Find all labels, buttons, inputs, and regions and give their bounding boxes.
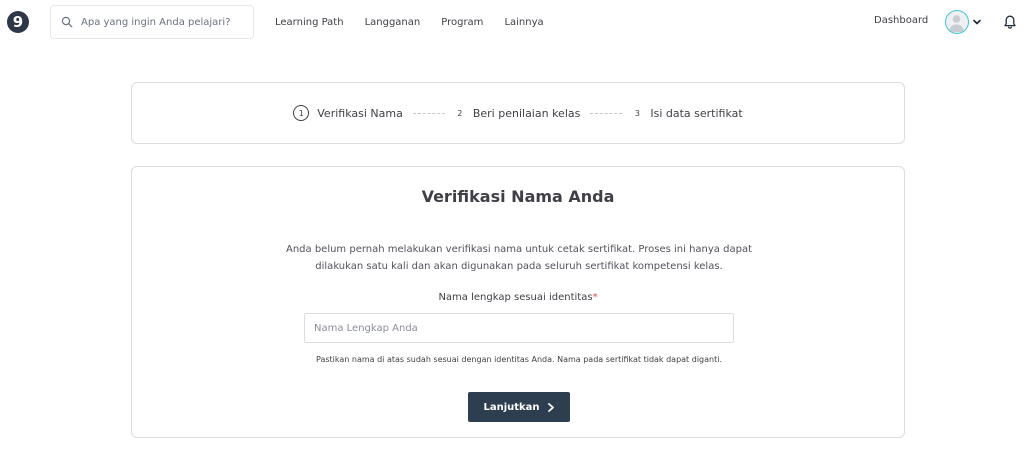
step-3-label: Isi data sertifikat [650,106,743,120]
page-title: Verifikasi Nama Anda [421,187,615,206]
step-3: 3 Isi data sertifikat [632,106,743,120]
continue-button[interactable]: Lanjutkan [468,392,570,422]
step-connector [412,112,445,114]
nav-learning-path[interactable]: Learning Path [275,17,344,28]
chevron-down-icon [973,19,981,25]
step-1-number: 1 [293,105,310,121]
name-hint: Pastikan nama di atas sudah sesuai denga… [315,355,722,364]
chevron-right-icon [547,402,554,412]
step-2: 2 Beri penilaian kelas [455,106,581,120]
top-navbar: 9 Learning Path Langganan Program Lainny… [0,0,1024,44]
user-avatar-icon [949,15,964,32]
profile-menu-toggle[interactable] [945,10,981,34]
progress-stepper: 1 Verifikasi Nama 2 Beri penilaian kelas… [131,82,905,144]
search-icon [61,16,73,28]
name-verification-card: Verifikasi Nama Anda Anda belum pernah m… [131,166,905,438]
brand-logo-glyph: 9 [12,12,24,31]
full-name-input[interactable] [304,313,734,343]
required-mark: * [592,292,598,303]
search-box[interactable] [50,5,254,39]
nav-lainnya[interactable]: Lainnya [504,17,543,28]
dashboard-link[interactable]: Dashboard [874,15,928,26]
nav-program[interactable]: Program [441,17,483,28]
main-nav: Learning Path Langganan Program Lainnya [275,0,565,44]
step-2-label: Beri penilaian kelas [472,106,581,120]
full-name-label: Nama lengkap sesuai identitas* [132,292,904,303]
nav-langganan[interactable]: Langganan [365,17,421,28]
avatar [945,10,969,34]
step-1: 1 Verifikasi Nama [293,105,403,121]
full-name-label-text: Nama lengkap sesuai identitas [438,292,593,303]
step-2-number: 2 [457,108,463,118]
step-connector [590,112,623,114]
continue-button-label: Lanjutkan [483,401,540,413]
bell-icon[interactable] [1003,14,1017,30]
verification-description: Anda belum pernah melakukan verifikasi n… [285,244,752,272]
brand-logo[interactable]: 9 [7,11,29,33]
step-3-number: 3 [634,108,640,118]
search-input[interactable] [81,16,241,28]
step-1-label: Verifikasi Nama [317,106,403,120]
